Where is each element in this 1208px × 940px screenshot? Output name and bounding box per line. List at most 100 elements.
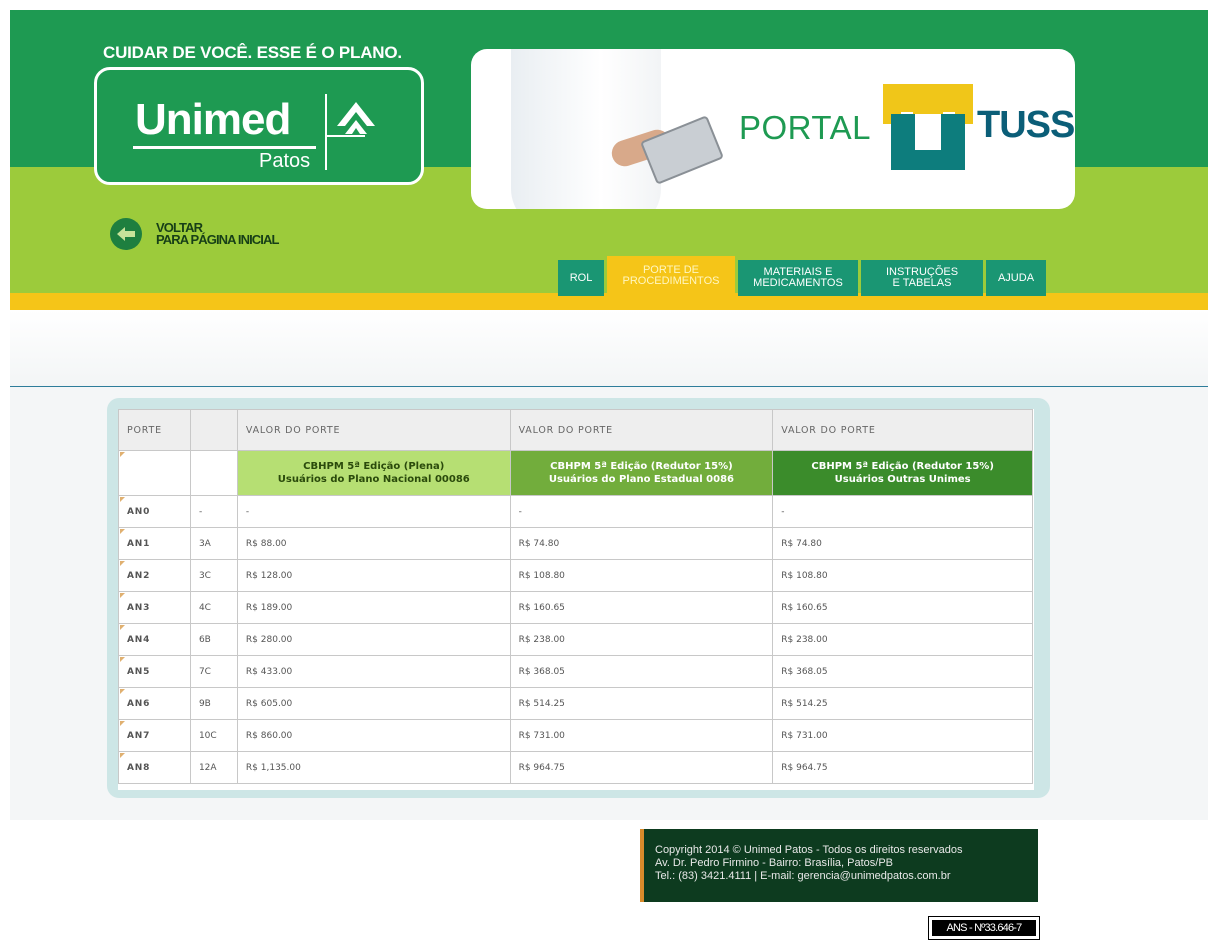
subheader-estadual: CBHPM 5ª Edição (Redutor 15%) Usuários do… [509,450,774,496]
nav-tab-porte-de-procedimentos[interactable]: PORTE DE PROCEDIMENTOS [607,256,735,296]
cell-corner-marker [120,497,125,502]
table-cell: R$ 605.00 [236,687,511,720]
column-header: VALOR DO PORTE [772,409,1033,451]
back-link-label: VOLTAR PARA PÁGINA INICIAL [156,220,279,247]
subheader-plena: CBHPM 5ª Edição (Plena) Usuários do Plano… [236,450,511,496]
logo-wordmark: Unimed [135,95,291,144]
table-cell: R$ 160.65 [509,591,774,624]
table-cell: R$ 964.75 [772,751,1033,784]
table-cell: 3C [189,559,238,592]
portal-label: PORTAL [739,109,871,146]
table-cell: 9B [189,687,238,720]
column-header: PORTE [118,409,191,451]
porte-table: PORTE VALOR DO PORTE VALOR DO PORTE VALO… [118,409,1033,784]
ans-number: ANS - Nº33.646-7 [932,920,1036,936]
back-to-home-link[interactable]: VOLTAR PARA PÁGINA INICIAL [110,218,279,250]
main-nav: ROL PORTE DE PROCEDIMENTOS MATERIAIS E MED… [558,252,1049,296]
blank-cell [189,450,238,496]
logo-divider [325,94,327,170]
table-cell: AN8 [118,751,191,784]
table-cell: AN2 [118,559,191,592]
table-cell: R$ 128.00 [236,559,511,592]
table-cell: AN0 [118,495,191,528]
table-cell: AN3 [118,591,191,624]
column-header [189,409,238,451]
cell-corner-marker [120,689,125,694]
table-cell: 10C [189,719,238,752]
nav-tab-rol[interactable]: ROL [558,260,604,296]
table-cell: R$ 860.00 [236,719,511,752]
nav-tab-materiais-medicamentos[interactable]: MATERIAIS E MEDICAMENTOS [738,260,858,296]
subheader-outras-unimeds: CBHPM 5ª Edição (Redutor 15%) Usuários Ou… [772,450,1033,496]
sub-header-band [10,310,1208,387]
cell-corner-marker [120,625,125,630]
table-subheader-row: CBHPM 5ª Edição (Plena) Usuários do Plano… [118,450,1033,496]
table-cell: - [509,495,774,528]
table-cell: R$ 108.80 [772,559,1033,592]
logo-underline [133,146,316,149]
table-cell: - [236,495,511,528]
table-cell: - [772,495,1033,528]
cell-corner-marker [120,657,125,662]
footer-info: Copyright 2014 © Unimed Patos - Todos os… [640,829,1038,902]
table-row: AN1 3A R$ 88.00 R$ 74.80 R$ 74.80 [118,527,1033,560]
table-row: AN0- - - - [118,495,1033,528]
table-cell: - [189,495,238,528]
table-cell: R$ 280.00 [236,623,511,656]
table-cell: R$ 74.80 [772,527,1033,560]
table-header-row: PORTE VALOR DO PORTE VALOR DO PORTE VALO… [118,409,1033,451]
table-row: AN2 3C R$ 128.00 R$ 108.80 R$ 108.80 [118,559,1033,592]
table-cell: R$ 514.25 [509,687,774,720]
table-cell: R$ 108.80 [509,559,774,592]
slogan: CUIDAR DE VOCÊ. ESSE É O PLANO. [103,43,402,62]
column-header: VALOR DO PORTE [509,409,774,451]
table-cell: R$ 160.65 [772,591,1033,624]
table-cell: AN4 [118,623,191,656]
cell-corner-marker [120,753,125,758]
blank-cell [118,450,191,496]
table-cell: R$ 368.05 [509,655,774,688]
tuss-label: TUSS [977,104,1075,146]
porte-table-container[interactable]: PORTE VALOR DO PORTE VALOR DO PORTE VALO… [118,409,1034,790]
site-header: CUIDAR DE VOCÊ. ESSE É O PLANO. Unimed P… [10,10,1208,310]
table-cell: AN7 [118,719,191,752]
table-cell: 12A [189,751,238,784]
table-cell: R$ 964.75 [509,751,774,784]
table-cell: 4C [189,591,238,624]
table-row: AN5 7C R$ 433.00 R$ 368.05 R$ 368.05 [118,655,1033,688]
table-cell: R$ 433.00 [236,655,511,688]
table-cell: R$ 189.00 [236,591,511,624]
table-cell: 6B [189,623,238,656]
table-cell: R$ 88.00 [236,527,511,560]
footer-contact: Tel.: (83) 3421.4111 | E-mail: gerencia@… [655,870,951,882]
nav-tab-ajuda[interactable]: AJUDA [986,260,1046,296]
back-arrow-icon [110,218,142,250]
table-cell: R$ 731.00 [509,719,774,752]
table-cell: 7C [189,655,238,688]
cell-corner-marker [120,529,125,534]
table-cell: R$ 238.00 [509,623,774,656]
tuss-logo-icon [883,84,973,170]
table-row: AN3 4C R$ 189.00 R$ 160.65 R$ 160.65 [118,591,1033,624]
footer-address: Av. Dr. Pedro Firmino - Bairro: Brasília… [655,857,894,869]
table-cell: R$ 514.25 [772,687,1033,720]
table-cell: R$ 1,135.00 [236,751,511,784]
table-cell: R$ 238.00 [772,623,1033,656]
table-cell: AN6 [118,687,191,720]
cell-corner-marker [120,721,125,726]
cell-corner-marker [120,452,125,457]
column-header: VALOR DO PORTE [236,409,511,451]
table-cell: R$ 731.00 [772,719,1033,752]
unimed-logo[interactable]: Unimed Patos [94,67,424,185]
cell-corner-marker [120,593,125,598]
table-cell: AN5 [118,655,191,688]
table-cell: R$ 368.05 [772,655,1033,688]
table-cell: R$ 74.80 [509,527,774,560]
footer-copyright: Copyright 2014 © Unimed Patos - Todos os… [655,844,963,856]
nav-tab-instrucoes-tabelas[interactable]: INSTRUÇÕES E TABELAS [861,260,983,296]
logo-subtitle: Patos [259,150,311,172]
table-cell: AN1 [118,527,191,560]
cell-corner-marker [120,561,125,566]
unimed-tree-icon [337,102,375,134]
table-row: AN8 12A R$ 1,135.00 R$ 964.75 R$ 964.75 [118,751,1033,784]
